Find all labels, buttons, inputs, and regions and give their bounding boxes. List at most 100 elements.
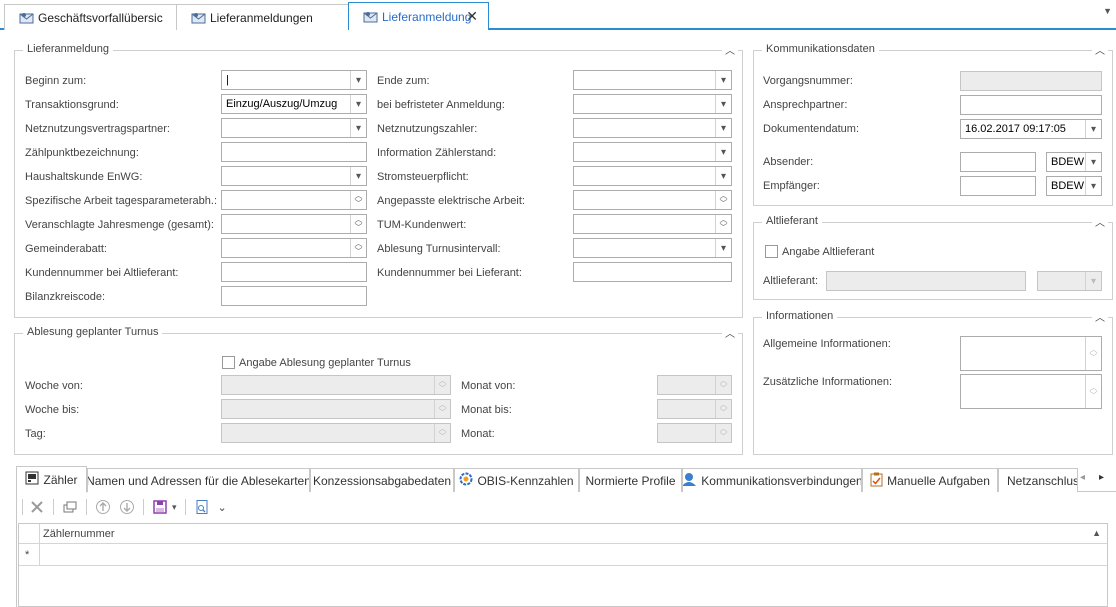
collapse-chevron-icon[interactable]: ︿ xyxy=(722,42,738,57)
spin-arrows-icon[interactable]: ︿ ﹀ xyxy=(350,215,366,233)
spin-arrows-icon[interactable]: ︿ ﹀ xyxy=(715,215,731,233)
spin-field: ︿ ﹀ xyxy=(221,375,451,395)
more-options-chevron-icon[interactable]: ⌄ xyxy=(218,501,227,514)
tab-netzanschluss[interactable]: Netzanschluss xyxy=(998,468,1078,492)
tab-manuelle-aufgaben[interactable]: Manuelle Aufgaben xyxy=(862,468,998,492)
spin-field[interactable]: ︿ ﹀ xyxy=(573,190,732,210)
absender-code-select[interactable]: BDEW ▾ xyxy=(1046,152,1102,172)
chevron-down-icon[interactable]: ▾ xyxy=(350,95,366,113)
altlieferant-checkbox[interactable] xyxy=(765,245,778,258)
doc-tab-geschaeftsvorfall[interactable]: Geschäftsvorfallübersic xyxy=(4,4,177,30)
scroll-arrows-icon[interactable]: ︿ ﹀ xyxy=(1085,337,1101,370)
text-field[interactable] xyxy=(221,262,367,282)
field-value: Einzug/Auszug/Umzug xyxy=(226,98,338,110)
empfaenger-code-select[interactable]: BDEW ▾ xyxy=(1046,176,1102,196)
tab-konzessionsabgabedaten[interactable]: Konzessionsabgabedaten xyxy=(310,468,454,492)
zusaetzliche-info-textarea[interactable]: ︿ ﹀ xyxy=(960,374,1102,409)
tab-scroll-left-icon[interactable]: ◂ xyxy=(1080,472,1085,483)
tab-list-dropdown-icon[interactable]: ▼ xyxy=(1103,6,1112,16)
dropdown-field[interactable]: Einzug/Auszug/Umzug ▾ xyxy=(221,94,367,114)
field-label: Woche bis: xyxy=(25,404,80,416)
toolbar-separator xyxy=(184,499,186,515)
collapse-chevron-icon[interactable]: ︿ xyxy=(722,325,738,340)
doc-tab-lieferanmeldungen[interactable]: Lieferanmeldungen xyxy=(176,4,349,30)
dropdown-field[interactable]: ▾ xyxy=(573,94,732,114)
chevron-down-icon[interactable]: ▾ xyxy=(715,167,731,185)
envelope-person-icon xyxy=(191,13,206,24)
ansprechpartner-field[interactable] xyxy=(960,95,1102,115)
chevron-down-icon[interactable]: ▾ xyxy=(715,71,731,89)
tab-namen-adressen[interactable]: Namen und Adressen für die Ablesekarten xyxy=(87,468,310,492)
move-down-icon[interactable] xyxy=(119,499,135,515)
field-label: Information Zählerstand: xyxy=(377,147,497,159)
dropdown-field[interactable]: ▾ xyxy=(573,142,732,162)
allgemeine-info-textarea[interactable]: ︿ ﹀ xyxy=(960,336,1102,371)
spin-arrows-icon[interactable]: ︿ ﹀ xyxy=(350,239,366,257)
spin-field[interactable]: ︿ ﹀ xyxy=(221,238,367,258)
dropdown-field[interactable]: ▾ xyxy=(573,118,732,138)
chevron-down-icon[interactable]: ▾ xyxy=(1085,153,1101,171)
dropdown-field[interactable]: ▾ xyxy=(221,166,367,186)
text-field[interactable] xyxy=(221,286,367,306)
close-tab-icon[interactable]: ✕ xyxy=(466,8,478,25)
tab-label: Manuelle Aufgaben xyxy=(887,473,990,488)
absender-field[interactable] xyxy=(960,152,1036,172)
save-layout-icon[interactable] xyxy=(152,499,168,515)
detach-window-icon[interactable] xyxy=(62,499,78,515)
spin-arrows-icon[interactable]: ︿ ﹀ xyxy=(715,191,731,209)
spin-field: ︿ ﹀ xyxy=(657,375,732,395)
doc-tab-label: Lieferanmeldungen xyxy=(210,10,313,25)
tab-normierte-profile[interactable]: Normierte Profile xyxy=(579,468,682,492)
grid-indicator-divider xyxy=(39,544,40,566)
chevron-down-icon[interactable]: ▾ xyxy=(350,71,366,89)
collapse-chevron-icon[interactable]: ︿ xyxy=(1092,42,1108,57)
tab-kommunikationsverbindungen[interactable]: Kommunikationsverbindungen xyxy=(682,468,862,492)
dokumentendatum-field[interactable]: 16.02.2017 09:17:05 ▾ xyxy=(960,119,1102,139)
spin-arrows-icon: ︿ ﹀ xyxy=(715,424,731,442)
doc-tab-lieferanmeldung[interactable]: Lieferanmeldung ✕ xyxy=(348,2,489,30)
dropdown-field[interactable]: ▾ xyxy=(573,70,732,90)
grid-new-row[interactable]: * xyxy=(19,544,1107,566)
spin-field[interactable]: ︿ ﹀ xyxy=(573,214,732,234)
spin-field[interactable]: ︿ ﹀ xyxy=(221,214,367,234)
dropdown-field[interactable]: ▾ xyxy=(573,166,732,186)
chevron-down-icon[interactable]: ▾ xyxy=(350,119,366,137)
move-up-icon[interactable] xyxy=(95,499,111,515)
chevron-down-icon[interactable]: ▾ xyxy=(1085,177,1101,195)
field-label: Monat bis: xyxy=(461,404,512,416)
chevron-down-icon[interactable]: ▾ xyxy=(1085,120,1101,138)
collapse-chevron-icon[interactable]: ︿ xyxy=(1092,309,1108,324)
zusaetzliche-info-label: Zusätzliche Informationen: xyxy=(763,376,893,388)
text-field[interactable] xyxy=(573,262,732,282)
chevron-down-icon[interactable]: ▾ xyxy=(715,119,731,137)
text-field[interactable] xyxy=(221,142,367,162)
dropdown-field[interactable]: ▾ xyxy=(221,118,367,138)
grid-toolbar: ▾ ⌄ xyxy=(22,496,235,518)
tab-obis-kennzahlen[interactable]: OBIS-Kennzahlen xyxy=(454,468,579,492)
tab-zaehler[interactable]: Zähler xyxy=(16,466,87,493)
turnus-checkbox[interactable] xyxy=(222,356,235,369)
column-header-zaehlernummer[interactable]: Zählernummer xyxy=(43,528,115,540)
preview-search-icon[interactable] xyxy=(194,499,210,515)
chevron-down-icon[interactable]: ▾ xyxy=(715,239,731,257)
tab-scroll-right-icon[interactable]: ▸ xyxy=(1099,472,1104,483)
empfaenger-field[interactable] xyxy=(960,176,1036,196)
field-label: Kundennummer bei Lieferant: xyxy=(377,267,522,279)
altlieferant-select: ▾ xyxy=(1037,271,1102,291)
dropdown-field[interactable]: ▾ xyxy=(573,238,732,258)
spin-arrows-icon[interactable]: ︿ ﹀ xyxy=(350,191,366,209)
dropdown-field[interactable]: | ▾ xyxy=(221,70,367,90)
chevron-down-icon[interactable]: ▾ xyxy=(350,167,366,185)
scroll-arrows-icon[interactable]: ︿ ﹀ xyxy=(1085,375,1101,408)
tab-label: OBIS-Kennzahlen xyxy=(477,473,574,488)
field-label: Gemeinderabatt: xyxy=(25,243,107,255)
chevron-down-icon[interactable]: ▾ xyxy=(715,95,731,113)
save-layout-dropdown-icon[interactable]: ▾ xyxy=(172,502,177,513)
collapse-chevron-icon[interactable]: ︿ xyxy=(1092,214,1108,229)
sort-ascending-icon[interactable]: ▲ xyxy=(1092,528,1101,538)
spin-field[interactable]: ︿ ﹀ xyxy=(221,190,367,210)
spin-field: ︿ ﹀ xyxy=(657,423,732,443)
empfaenger-label: Empfänger: xyxy=(763,180,820,192)
chevron-down-icon[interactable]: ▾ xyxy=(715,143,731,161)
delete-icon[interactable] xyxy=(29,499,45,515)
